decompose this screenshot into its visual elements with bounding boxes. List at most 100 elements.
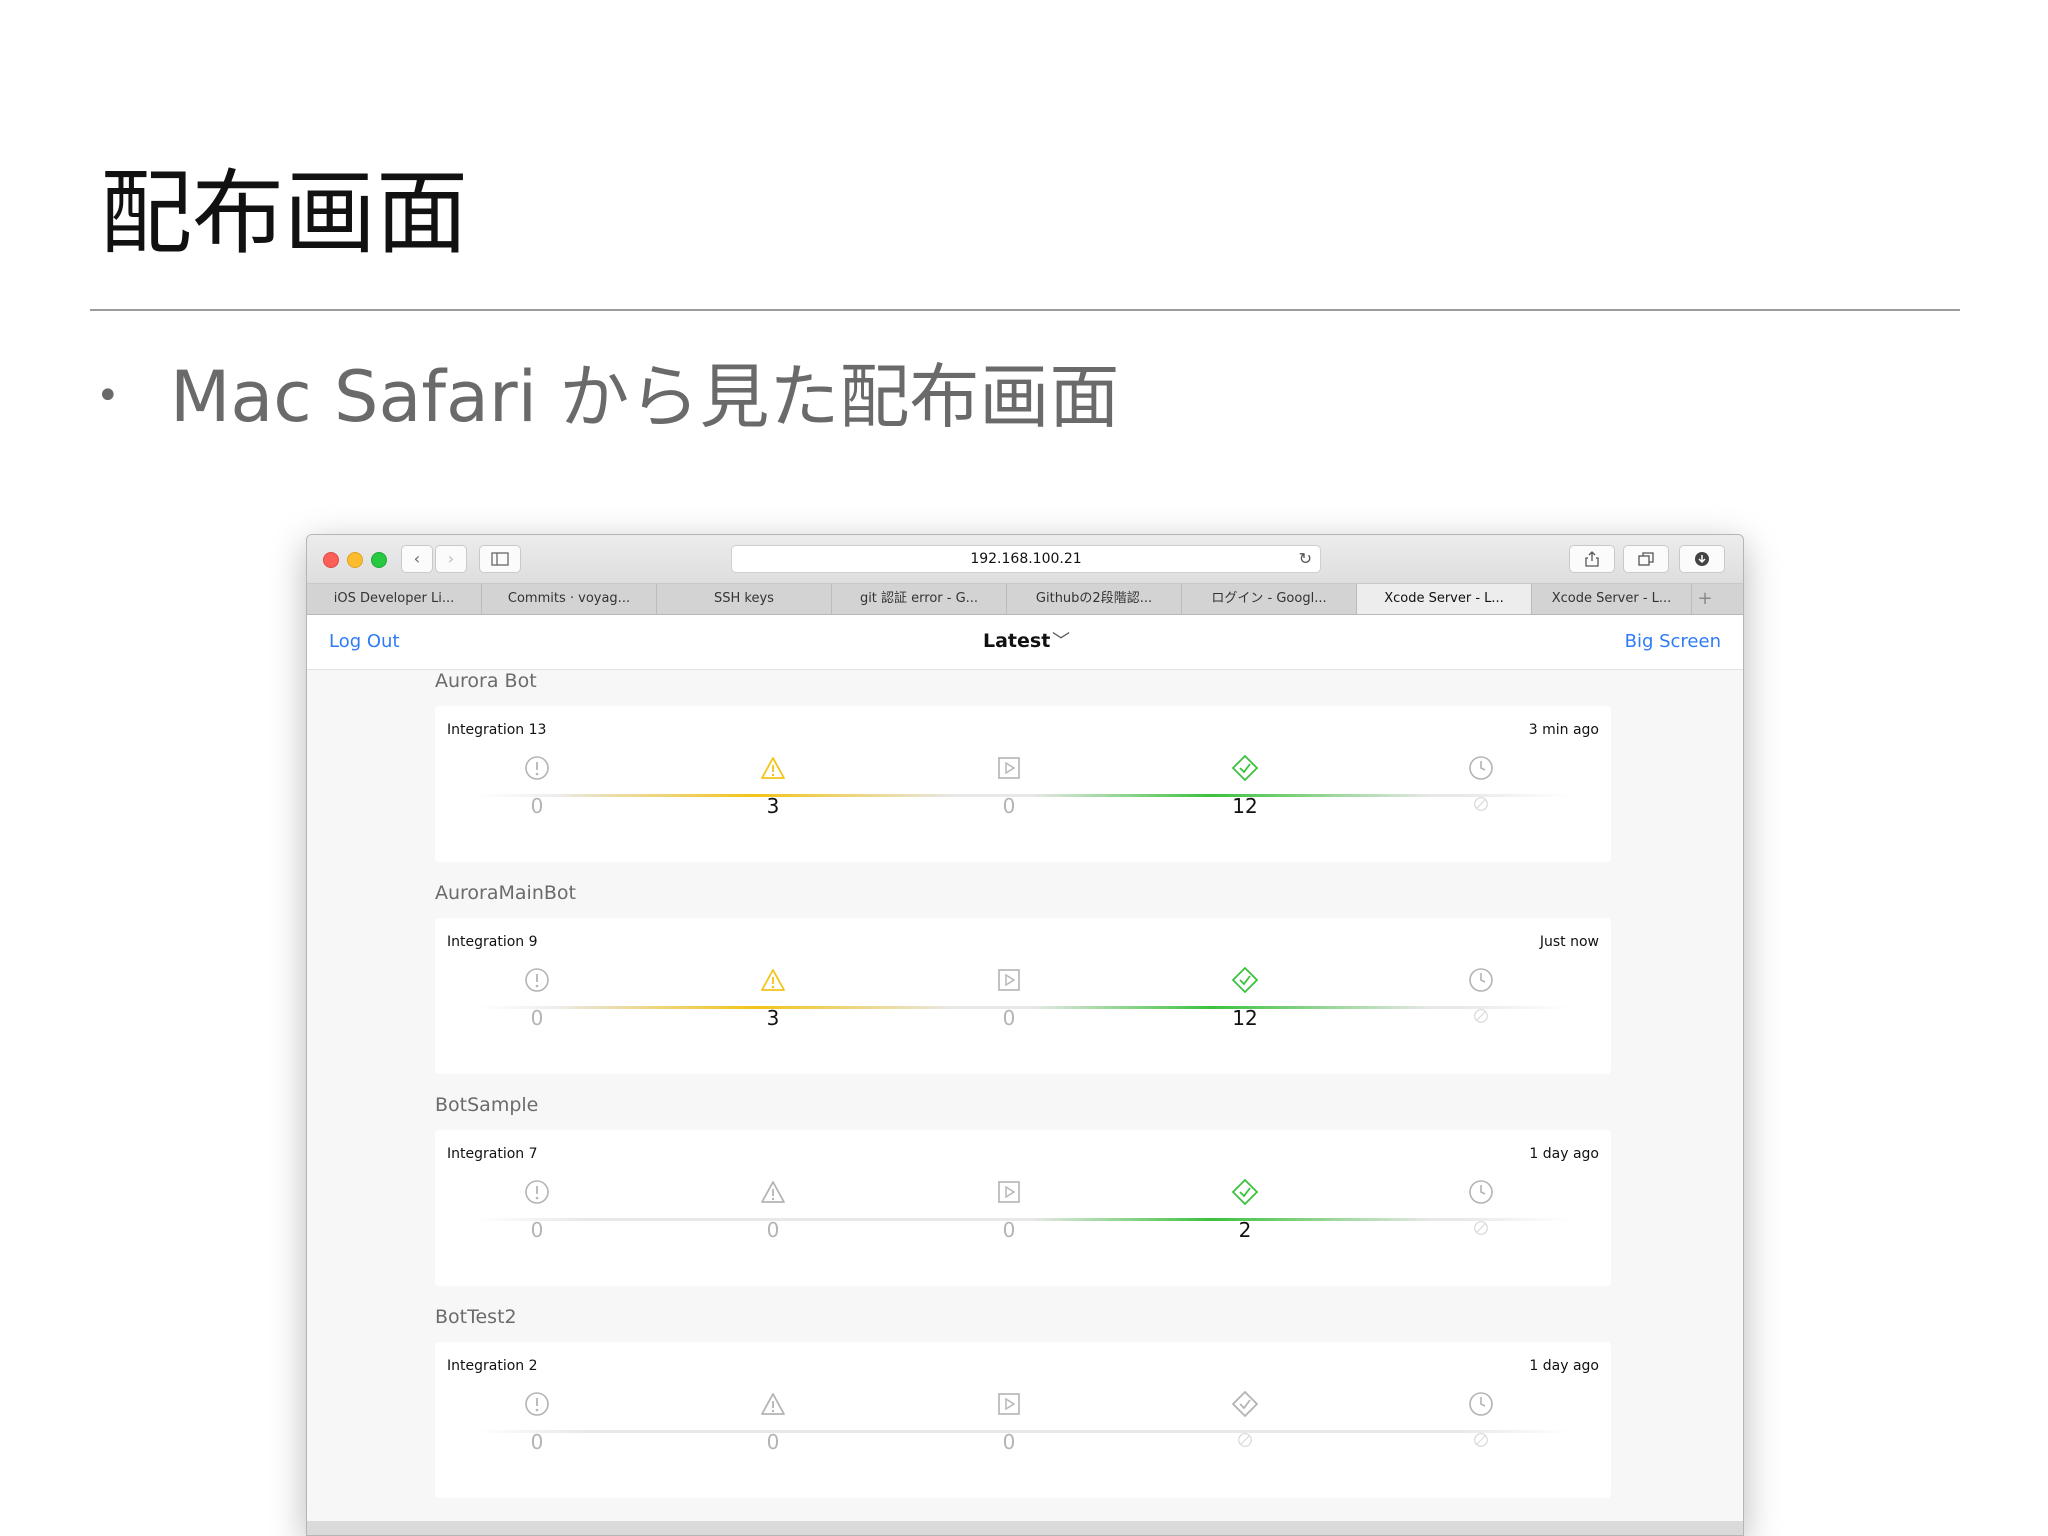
- metric-error[interactable]: 0: [487, 1390, 587, 1456]
- browser-tab[interactable]: Commits · voyag...: [482, 584, 657, 614]
- bot-name[interactable]: Aurora Bot: [435, 670, 537, 692]
- metric-analysis[interactable]: 0: [959, 1178, 1059, 1244]
- metric-coverage[interactable]: [1431, 1390, 1531, 1456]
- tabs-icon: [1638, 552, 1654, 566]
- big-screen-link[interactable]: Big Screen: [1625, 631, 1721, 652]
- browser-tab[interactable]: git 認証 error - G...: [832, 584, 1007, 614]
- share-icon: [1585, 551, 1599, 567]
- metric-analysis[interactable]: 0: [959, 1390, 1059, 1456]
- new-tab-button[interactable]: +: [1692, 584, 1718, 614]
- reload-icon[interactable]: ↻: [1299, 546, 1312, 572]
- metric-tests[interactable]: 12: [1195, 966, 1295, 1032]
- integration-time: Just now: [1539, 934, 1599, 950]
- metric-warning[interactable]: 3: [723, 754, 823, 820]
- analysis-icon: [995, 754, 1023, 782]
- chevron-left-icon: ‹: [413, 549, 421, 568]
- browser-tab[interactable]: SSH keys: [657, 584, 832, 614]
- metric-tests[interactable]: 12: [1195, 754, 1295, 820]
- metric-error[interactable]: 0: [487, 1178, 587, 1244]
- browser-tab[interactable]: Xcode Server - L...: [1532, 584, 1692, 614]
- app-header: Log Out Latest ﹀ Big Screen: [307, 615, 1743, 670]
- metric-analysis[interactable]: 0: [959, 966, 1059, 1032]
- metric-tests[interactable]: 2: [1195, 1178, 1295, 1244]
- metric-warning[interactable]: 3: [723, 966, 823, 1032]
- warning-icon: [759, 1178, 787, 1206]
- metric-error[interactable]: 0: [487, 754, 587, 820]
- metric-tests[interactable]: [1195, 1390, 1295, 1456]
- share-button[interactable]: [1569, 545, 1615, 573]
- minimize-window-button[interactable]: [347, 552, 363, 568]
- metric-value: 0: [530, 794, 544, 818]
- analysis-icon: [995, 966, 1023, 994]
- browser-tab-active[interactable]: Xcode Server - L...: [1357, 584, 1532, 614]
- coverage-icon: [1467, 1390, 1495, 1418]
- metric-analysis[interactable]: 0: [959, 754, 1059, 820]
- analysis-icon: [995, 1390, 1023, 1418]
- integration-time: 1 day ago: [1529, 1146, 1599, 1162]
- not-available-icon: [1431, 1006, 1531, 1032]
- downloads-button[interactable]: [1679, 545, 1725, 573]
- url-text: 192.168.100.21: [970, 551, 1082, 567]
- tests-icon: [1231, 1390, 1259, 1418]
- integration-card[interactable]: Integration 2 1 day ago 0 0 0: [435, 1342, 1611, 1498]
- back-button[interactable]: ‹: [401, 545, 433, 573]
- metric-coverage[interactable]: [1431, 966, 1531, 1032]
- integration-time: 3 min ago: [1528, 722, 1599, 738]
- error-icon: [523, 1178, 551, 1206]
- metric-warning[interactable]: 0: [723, 1178, 823, 1244]
- bot-name[interactable]: BotTest2: [435, 1306, 517, 1328]
- integration-time: 1 day ago: [1529, 1358, 1599, 1374]
- browser-tab[interactable]: iOS Developer Li...: [307, 584, 482, 614]
- bot-name[interactable]: AuroraMainBot: [435, 882, 576, 904]
- coverage-icon: [1467, 754, 1495, 782]
- integration-card[interactable]: Integration 7 1 day ago 0 0 0 2: [435, 1130, 1611, 1286]
- metric-value: 0: [766, 1218, 780, 1242]
- chevron-down-icon[interactable]: ﹀: [1052, 627, 1070, 653]
- address-bar[interactable]: 192.168.100.21 ↻: [731, 545, 1321, 573]
- browser-tab[interactable]: Githubの2段階認...: [1007, 584, 1182, 614]
- slide-title: 配布画面: [100, 160, 469, 267]
- filter-dropdown[interactable]: Latest: [983, 630, 1050, 652]
- tests-icon: [1231, 966, 1259, 994]
- title-divider: [90, 309, 1960, 311]
- metric-value: 0: [530, 1430, 544, 1454]
- metric-value: 0: [1002, 794, 1016, 818]
- analysis-icon: [995, 1178, 1023, 1206]
- logout-link[interactable]: Log Out: [329, 631, 400, 652]
- integration-name: Integration 13: [447, 722, 547, 738]
- forward-button[interactable]: ›: [435, 545, 467, 573]
- browser-toolbar: ‹ › 192.168.100.21 ↻: [307, 535, 1743, 584]
- not-available-icon: [1431, 1430, 1531, 1456]
- integration-card[interactable]: Integration 9 Just now 0 3 0 12: [435, 918, 1611, 1074]
- download-icon: [1695, 552, 1709, 566]
- tab-overview-button[interactable]: [1623, 545, 1669, 573]
- bot-name[interactable]: BotSample: [435, 1094, 538, 1116]
- safari-window: ‹ › 192.168.100.21 ↻ iOS Developer Li...…: [306, 534, 1744, 1536]
- metric-value: 0: [1002, 1218, 1016, 1242]
- error-icon: [523, 1390, 551, 1418]
- horizontal-scrollbar[interactable]: [307, 1521, 1743, 1535]
- metric-value: 0: [1002, 1006, 1016, 1030]
- zoom-window-button[interactable]: [371, 552, 387, 568]
- warning-icon: [759, 1390, 787, 1418]
- sidebar-toggle-button[interactable]: [479, 545, 521, 573]
- metric-coverage[interactable]: [1431, 1178, 1531, 1244]
- metric-value: 3: [766, 1006, 780, 1030]
- error-icon: [523, 966, 551, 994]
- metric-error[interactable]: 0: [487, 966, 587, 1032]
- not-available-icon: [1195, 1430, 1295, 1456]
- sidebar-icon: [491, 552, 509, 566]
- metric-value: 0: [766, 1430, 780, 1454]
- close-window-button[interactable]: [323, 552, 339, 568]
- metric-warning[interactable]: 0: [723, 1390, 823, 1456]
- integration-card[interactable]: Integration 13 3 min ago 0 3 0 12: [435, 706, 1611, 862]
- integration-name: Integration 2: [447, 1358, 538, 1374]
- browser-tab[interactable]: ログイン - Googl...: [1182, 584, 1357, 614]
- metric-value: 2: [1238, 1218, 1252, 1242]
- tab-bar: iOS Developer Li... Commits · voyag... S…: [307, 584, 1743, 615]
- metric-value: 12: [1232, 794, 1258, 818]
- bullet-text: Mac Safari から見た配布画面: [170, 356, 1120, 438]
- tests-icon: [1231, 1178, 1259, 1206]
- not-available-icon: [1431, 1218, 1531, 1244]
- metric-coverage[interactable]: [1431, 754, 1531, 820]
